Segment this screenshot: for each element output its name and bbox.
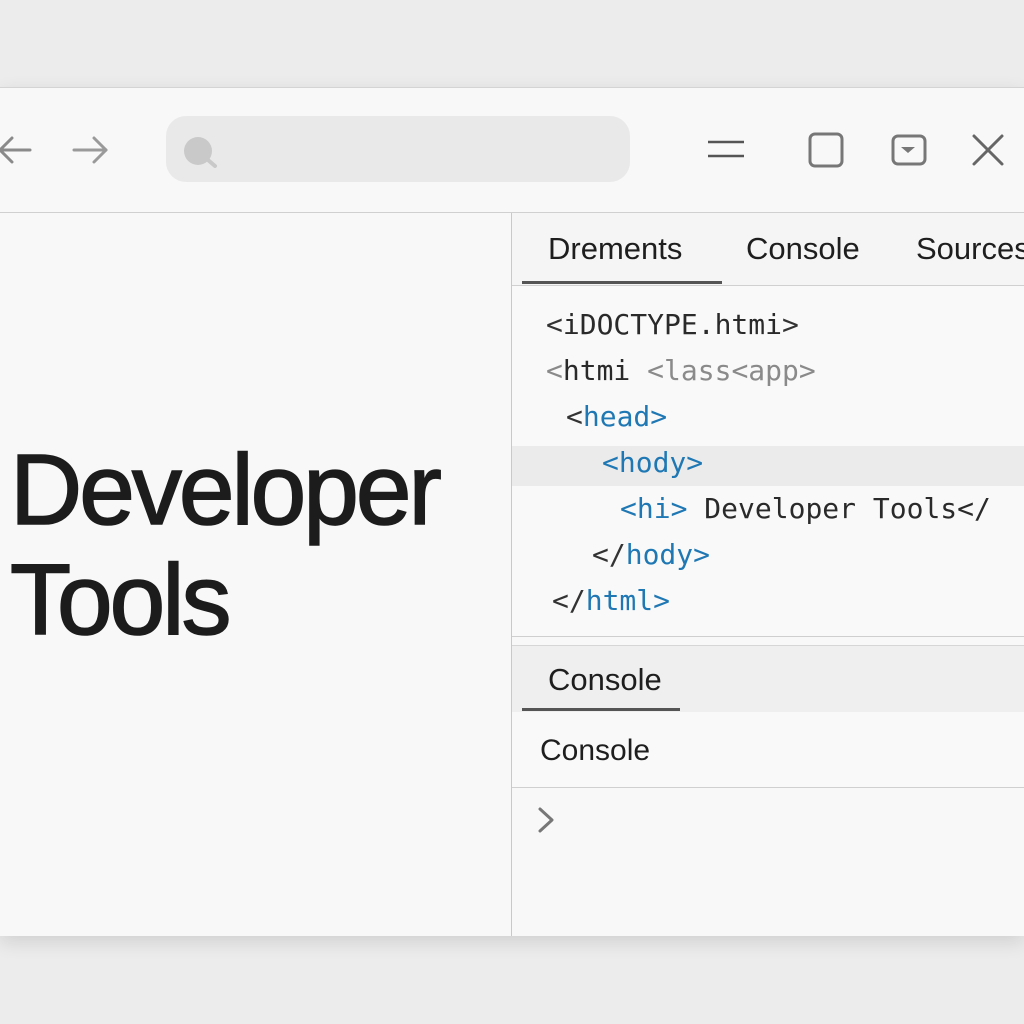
tab-elements[interactable]: Drements	[548, 231, 682, 267]
browser-window: Developer Tools Drements Console Sources …	[0, 87, 1024, 936]
dom-node-body-close[interactable]: </hody>	[592, 538, 710, 571]
tag-close-bracket: >	[650, 400, 668, 433]
tag-name: iDOCTYPE.htmi	[562, 308, 783, 341]
tag-name: head	[582, 400, 651, 433]
forward-button[interactable]	[70, 132, 110, 172]
dom-node-h1[interactable]: <hi> Developer Tools</	[620, 492, 991, 525]
tag-name: hody	[625, 538, 694, 571]
tag-name: htmi	[562, 354, 631, 387]
back-button[interactable]	[0, 132, 36, 172]
devtools-tabbar: Drements Console Sources	[512, 213, 1024, 286]
close-icon	[968, 130, 1008, 175]
tab-console[interactable]: Console	[746, 231, 860, 267]
dom-node-doctype[interactable]: <iDOCTYPE.htmi>	[546, 308, 799, 341]
page-title-line-1: Developer	[9, 434, 442, 546]
dom-node-html[interactable]: <htmi <lass<app>	[546, 354, 816, 387]
tag-close-bracket: >	[782, 308, 799, 341]
tag-open-bracket: <	[620, 492, 637, 525]
tag-name: hi	[636, 492, 671, 525]
tag-open-bracket: </	[552, 584, 586, 617]
tag-close-bracket: >	[653, 584, 671, 617]
address-search-bar[interactable]	[166, 116, 630, 182]
search-icon	[182, 136, 220, 175]
tab-console-drawer[interactable]: Console	[548, 662, 662, 698]
close-button[interactable]	[968, 132, 1008, 172]
console-header: Console	[512, 712, 1024, 788]
dom-node-body[interactable]: <hody>	[602, 446, 703, 479]
maximize-button[interactable]	[806, 132, 846, 172]
dom-node-html-close[interactable]: </html>	[552, 584, 670, 617]
tag-open-bracket: <	[566, 400, 583, 433]
maximize-icon	[806, 130, 846, 175]
node-text-content: Developer Tools</	[704, 492, 991, 525]
console-header-label: Console	[540, 734, 651, 767]
dom-node-head[interactable]: <head>	[566, 400, 667, 433]
active-drawer-tab-indicator	[522, 708, 680, 711]
tag-name: html	[585, 584, 654, 617]
arrow-left-icon	[0, 130, 36, 175]
page-viewport: Developer Tools	[0, 213, 510, 936]
page-heading: Developer Tools	[9, 434, 510, 656]
tag-open-bracket: <	[546, 354, 563, 387]
devtools-panel: Drements Console Sources <iDOCTYPE.htmi>…	[511, 213, 1024, 936]
elements-tree: <iDOCTYPE.htmi> <htmi <lass<app> <head> …	[512, 286, 1024, 637]
tag-name: hody	[618, 446, 687, 479]
tag-close-bracket: >	[670, 492, 688, 525]
tag-open-bracket: <	[546, 308, 563, 341]
active-tab-indicator	[522, 281, 722, 284]
menu-icon	[706, 130, 746, 175]
tag-close-bracket: >	[686, 446, 704, 479]
chevron-right-icon	[534, 807, 558, 841]
tag-open-bracket: </	[592, 538, 626, 571]
browser-toolbar	[0, 88, 1024, 213]
console-input[interactable]	[534, 803, 558, 842]
selected-node-highlight	[512, 446, 1024, 486]
arrow-right-icon	[70, 130, 110, 175]
tag-open-bracket: <	[602, 446, 619, 479]
tab-sources[interactable]: Sources	[916, 231, 1024, 267]
picture-in-picture-icon	[889, 130, 929, 175]
console-drawer-tabbar: Console	[512, 645, 1024, 713]
tag-attributes: <lass<app>	[647, 354, 816, 387]
picture-in-picture-button[interactable]	[889, 132, 929, 172]
menu-button[interactable]	[706, 132, 746, 172]
tag-close-bracket: >	[693, 538, 711, 571]
page-title-line-2: Tools	[9, 544, 232, 656]
